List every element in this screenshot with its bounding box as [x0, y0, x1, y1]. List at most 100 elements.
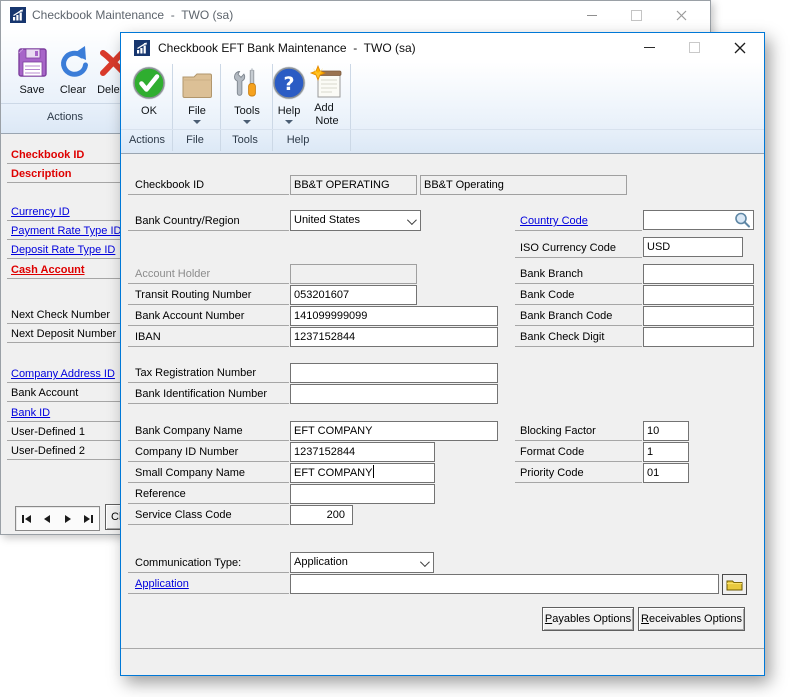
prompt-currency-id[interactable]: Currency ID [11, 206, 70, 219]
prompt-underline [128, 593, 289, 594]
small-company-name-field[interactable]: EFT COMPANY [290, 463, 435, 483]
maximize-button[interactable] [614, 1, 659, 29]
tools-icon [229, 65, 265, 101]
next-record-button[interactable] [58, 507, 79, 530]
prompt-next-deposit-number: Next Deposit Number [11, 328, 116, 341]
prompt-underline [515, 346, 642, 347]
reference-field[interactable] [290, 484, 435, 504]
ok-button[interactable]: OK [128, 63, 170, 129]
first-record-button[interactable] [16, 507, 37, 530]
country-code-label[interactable]: Country Code [520, 215, 588, 228]
previous-record-button[interactable] [37, 507, 58, 530]
bank-branch-code-label: Bank Branch Code [520, 310, 612, 323]
iso-currency-code-label: ISO Currency Code [520, 242, 616, 255]
prompt-underline [128, 304, 289, 305]
magnifier-icon [733, 211, 752, 229]
add-note-label-line2: Note [315, 115, 338, 127]
add-note-label-line1: Add [314, 102, 334, 114]
communication-type-dropdown[interactable]: Application [290, 552, 434, 573]
tools-group-label: Tools [232, 134, 258, 146]
help-icon: ? [271, 65, 307, 101]
minimize-button[interactable] [569, 1, 614, 29]
bank-branch-code-field[interactable] [643, 306, 754, 326]
clear-label: Clear [60, 84, 86, 96]
prompt-underline [128, 524, 289, 525]
bank-account-number-field[interactable]: 141099999099 [290, 306, 498, 326]
iban-label: IBAN [135, 331, 161, 344]
last-record-button[interactable] [78, 507, 99, 530]
tax-registration-label: Tax Registration Number [135, 367, 256, 380]
bank-company-name-field[interactable]: EFT COMPANY [290, 421, 498, 441]
title-bar: Checkbook Maintenance - TWO (sa) [1, 1, 710, 29]
application-path-field[interactable] [290, 574, 719, 594]
receivables-options-button[interactable]: Receivables Options [638, 607, 745, 631]
record-navigation [15, 506, 100, 531]
file-menu-button[interactable]: File [176, 63, 218, 129]
group-separator [220, 64, 221, 151]
bank-branch-field[interactable] [643, 264, 754, 284]
help-label: Help [278, 105, 301, 117]
country-code-lookup-button[interactable] [733, 211, 752, 229]
prompt-payment-rate-type[interactable]: Payment Rate Type ID [11, 225, 121, 238]
prompt-underline [128, 403, 289, 404]
prompt-underline [7, 182, 123, 183]
bank-country-dropdown[interactable]: United States [290, 210, 421, 231]
iso-currency-code-field[interactable]: USD [643, 237, 743, 257]
prompt-underline [7, 323, 123, 324]
save-icon [14, 45, 50, 81]
payables-options-button[interactable]: Payables Options [542, 607, 634, 631]
checkbook-id-label: Checkbook ID [135, 179, 204, 192]
title-bar: Checkbook EFT Bank Maintenance - TWO (sa… [121, 33, 764, 62]
checkbook-id-field: BB&T OPERATING [290, 175, 417, 195]
small-company-name-label: Small Company Name [135, 467, 245, 480]
minimize-button[interactable] [627, 33, 672, 62]
add-note-icon [309, 65, 345, 101]
format-code-field[interactable]: 1 [643, 442, 689, 462]
prompt-deposit-rate-type[interactable]: Deposit Rate Type ID [11, 244, 115, 257]
bank-code-field[interactable] [643, 285, 754, 305]
group-separator [172, 64, 173, 151]
chevron-down-icon [420, 557, 430, 567]
blocking-factor-field[interactable]: 10 [643, 421, 689, 441]
prompt-bank-id[interactable]: Bank ID [11, 407, 50, 420]
prompt-underline [128, 325, 289, 326]
prompt-underline [515, 257, 642, 258]
prompt-underline [7, 258, 123, 259]
bank-branch-label: Bank Branch [520, 268, 583, 281]
prompt-underline [128, 382, 289, 383]
prompt-underline [7, 459, 123, 460]
text-cursor [373, 465, 374, 478]
priority-code-field[interactable]: 01 [643, 463, 689, 483]
bank-identification-field[interactable] [290, 384, 498, 404]
communication-type-label: Communication Type: [135, 557, 241, 570]
bank-code-label: Bank Code [520, 289, 574, 302]
prompt-underline [128, 440, 289, 441]
checkbook-eft-bank-maintenance-window: Checkbook EFT Bank Maintenance - TWO (sa… [120, 32, 765, 676]
prompt-underline [7, 401, 123, 402]
prompt-user-defined-2: User-Defined 2 [11, 445, 85, 458]
add-note-button[interactable]: Add Note [307, 63, 347, 129]
actions-group-label: Actions [47, 111, 83, 123]
tools-menu-button[interactable]: Tools [226, 63, 268, 129]
prompt-underline [128, 482, 289, 483]
prompt-underline [128, 572, 289, 573]
close-button[interactable] [659, 1, 704, 29]
prompt-underline [7, 382, 123, 383]
close-button[interactable] [717, 33, 762, 62]
prompt-underline [7, 421, 123, 422]
prompt-company-address-id[interactable]: Company Address ID [11, 368, 115, 381]
iban-field[interactable]: 1237152844 [290, 327, 498, 347]
transit-routing-field[interactable]: 053201607 [290, 285, 417, 305]
help-menu-button[interactable]: ? Help [269, 63, 310, 129]
application-browse-button[interactable] [722, 574, 747, 595]
service-class-code-field[interactable]: 200 [290, 505, 353, 525]
maximize-button[interactable] [672, 33, 717, 62]
bank-country-label: Bank Country/Region [135, 215, 240, 228]
prompt-cash-account[interactable]: Cash Account [11, 264, 85, 277]
actions-group-label: Actions [129, 134, 165, 146]
bank-check-digit-field[interactable] [643, 327, 754, 347]
application-label[interactable]: Application [135, 578, 189, 591]
app-icon [134, 40, 150, 56]
tax-registration-field[interactable] [290, 363, 498, 383]
company-id-number-field[interactable]: 1237152844 [290, 442, 435, 462]
